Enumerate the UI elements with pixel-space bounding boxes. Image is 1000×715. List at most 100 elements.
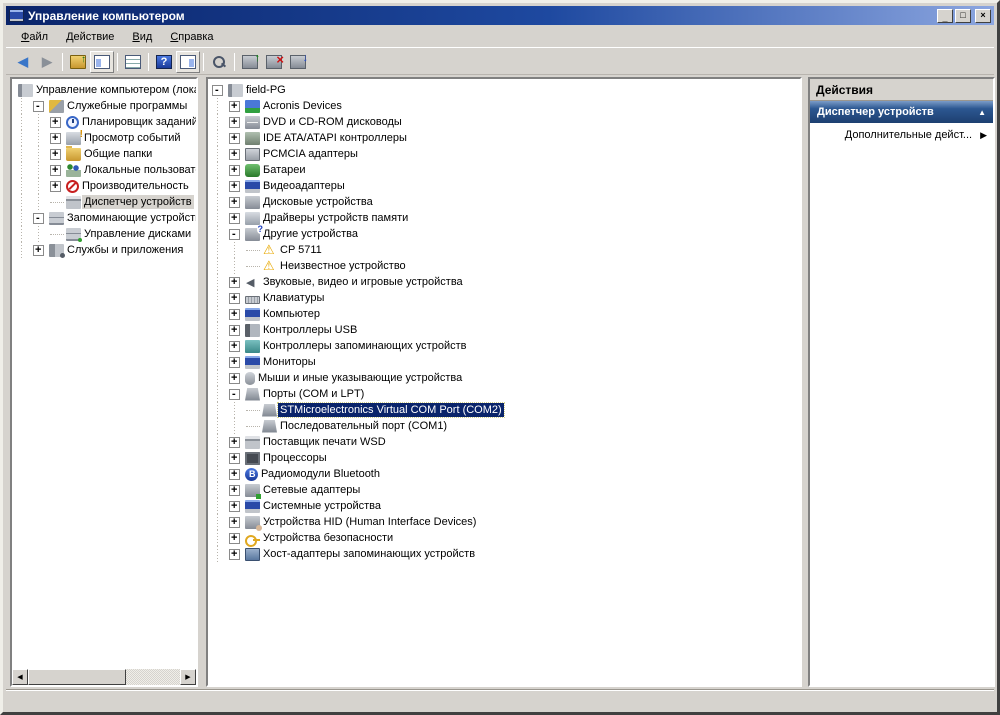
tree-node[interactable]: Управление дисками: [16, 226, 196, 242]
up-level-button[interactable]: [66, 51, 90, 73]
scroll-right-button[interactable]: ▶: [180, 669, 196, 685]
tree-node[interactable]: Диспетчер устройств: [16, 194, 196, 210]
more-actions-item[interactable]: Дополнительные дейст... ▶: [810, 123, 993, 147]
tree-node[interactable]: Acronis Devices: [212, 98, 800, 114]
expand-plus-icon[interactable]: [33, 244, 44, 256]
collapse-minus-icon[interactable]: [33, 100, 44, 112]
expand-plus-icon[interactable]: [229, 340, 240, 352]
tree-node[interactable]: Видеоадаптеры: [212, 178, 800, 194]
tree-node[interactable]: Радиомодули Bluetooth: [212, 466, 800, 482]
expand-plus-icon[interactable]: [229, 468, 240, 480]
tree-node[interactable]: IDE ATA/ATAPI контроллеры: [212, 130, 800, 146]
tree-node[interactable]: Мониторы: [212, 354, 800, 370]
tree-node[interactable]: field-PG: [212, 82, 800, 98]
tree-node[interactable]: Поставщик печати WSD: [212, 434, 800, 450]
tree-node[interactable]: Контроллеры USB: [212, 322, 800, 338]
expand-plus-icon[interactable]: [50, 116, 61, 128]
tree-node[interactable]: Клавиатуры: [212, 290, 800, 306]
tree-node[interactable]: DVD и CD-ROM дисководы: [212, 114, 800, 130]
minimize-button[interactable]: _: [937, 8, 953, 23]
tree-node[interactable]: Контроллеры запоминающих устройств: [212, 338, 800, 354]
expand-plus-icon[interactable]: [50, 148, 61, 160]
tree-node[interactable]: Производительность: [16, 178, 196, 194]
expand-plus-icon[interactable]: [50, 180, 61, 192]
tree-node[interactable]: Последовательный порт (COM1): [212, 418, 800, 434]
tree-node[interactable]: PCMCIA адаптеры: [212, 146, 800, 162]
collapse-minus-icon[interactable]: [33, 212, 44, 224]
tree-node[interactable]: STMicroelectronics Virtual COM Port (COM…: [212, 402, 800, 418]
tree-node[interactable]: Службы и приложения: [16, 242, 196, 258]
expand-plus-icon[interactable]: [229, 212, 240, 224]
tree-node[interactable]: Драйверы устройств памяти: [212, 210, 800, 226]
tree-node[interactable]: Звуковые, видео и игровые устройства: [212, 274, 800, 290]
menu-item-1[interactable]: Файл: [12, 29, 57, 45]
tree-node[interactable]: Процессоры: [212, 450, 800, 466]
expand-plus-icon[interactable]: [229, 484, 240, 496]
maximize-button[interactable]: □: [955, 8, 971, 23]
collapse-minus-icon[interactable]: [212, 84, 223, 96]
tree-node[interactable]: Просмотр событий: [16, 129, 196, 146]
scrollbar-thumb[interactable]: [28, 669, 126, 685]
tree-node[interactable]: Порты (COM и LPT): [212, 386, 800, 402]
expand-plus-icon[interactable]: [229, 180, 240, 192]
show-console-tree-button[interactable]: [90, 50, 114, 73]
expand-plus-icon[interactable]: [229, 516, 240, 528]
menu-item-2[interactable]: Действие: [57, 29, 123, 45]
tree-node[interactable]: Неизвестное устройство: [212, 258, 800, 274]
menu-item-3[interactable]: Вид: [123, 29, 161, 45]
tree-node[interactable]: Мыши и иные указывающие устройства: [212, 370, 800, 386]
expand-plus-icon[interactable]: [50, 164, 61, 176]
collapse-icon[interactable]: ▲: [978, 108, 986, 117]
expand-plus-icon[interactable]: [229, 164, 240, 176]
expand-plus-icon[interactable]: [50, 132, 61, 144]
expand-plus-icon[interactable]: [229, 452, 240, 464]
tree-node[interactable]: Компьютер: [212, 306, 800, 322]
expand-plus-icon[interactable]: [229, 372, 240, 384]
collapse-minus-icon[interactable]: [229, 388, 240, 400]
expand-plus-icon[interactable]: [229, 532, 240, 544]
expand-plus-icon[interactable]: [229, 324, 240, 336]
tree-node[interactable]: Системные устройства: [212, 498, 800, 514]
tree-node[interactable]: Устройства HID (Human Interface Devices): [212, 514, 800, 531]
expand-plus-icon[interactable]: [229, 292, 240, 304]
forward-button[interactable]: ▶: [35, 51, 59, 73]
collapse-minus-icon[interactable]: [229, 228, 240, 240]
expand-plus-icon[interactable]: [229, 148, 240, 160]
show-action-pane-button[interactable]: [176, 50, 200, 73]
scan-changes-button[interactable]: [286, 51, 310, 73]
actions-section-device-manager[interactable]: Диспетчер устройств ▲: [810, 101, 993, 123]
tree-node[interactable]: Общие папки: [16, 145, 196, 162]
expand-plus-icon[interactable]: [229, 196, 240, 208]
expand-plus-icon[interactable]: [229, 356, 240, 368]
horizontal-scrollbar[interactable]: ◀ ▶: [12, 669, 196, 685]
tree-node[interactable]: Запоминающие устройства: [16, 210, 196, 226]
close-button[interactable]: ×: [975, 8, 991, 23]
expand-plus-icon[interactable]: [229, 548, 240, 560]
help-button[interactable]: ?: [152, 51, 176, 73]
tree-node[interactable]: Батареи: [212, 162, 800, 178]
update-driver-button[interactable]: [238, 51, 262, 73]
tree-node[interactable]: Другие устройства: [212, 224, 800, 242]
tree-node[interactable]: Локальные пользовател: [16, 162, 196, 178]
properties-button[interactable]: [121, 51, 145, 73]
back-button[interactable]: ◀: [11, 51, 35, 73]
expand-plus-icon[interactable]: [229, 132, 240, 144]
tree-node[interactable]: Хост-адаптеры запоминающих устройств: [212, 546, 800, 562]
expand-plus-icon[interactable]: [229, 100, 240, 112]
tree-node[interactable]: Сетевые адаптеры: [212, 482, 800, 499]
tree-node[interactable]: CP 5711: [212, 242, 800, 258]
tree-node[interactable]: Управление компьютером (лока: [16, 82, 196, 98]
uninstall-device-button[interactable]: [262, 51, 286, 73]
tree-node[interactable]: Планировщик заданий: [16, 114, 196, 130]
scan-hardware-button[interactable]: [207, 51, 231, 73]
expand-plus-icon[interactable]: [229, 276, 240, 288]
tree-node[interactable]: Дисковые устройства: [212, 194, 800, 210]
expand-plus-icon[interactable]: [229, 308, 240, 320]
scroll-left-button[interactable]: ◀: [12, 669, 28, 685]
tree-node[interactable]: Служебные программы: [16, 98, 196, 114]
tree-node[interactable]: Устройства безопасности: [212, 530, 800, 547]
menu-item-4[interactable]: Справка: [161, 29, 222, 45]
expand-plus-icon[interactable]: [229, 500, 240, 512]
expand-plus-icon[interactable]: [229, 116, 240, 128]
expand-plus-icon[interactable]: [229, 436, 240, 448]
